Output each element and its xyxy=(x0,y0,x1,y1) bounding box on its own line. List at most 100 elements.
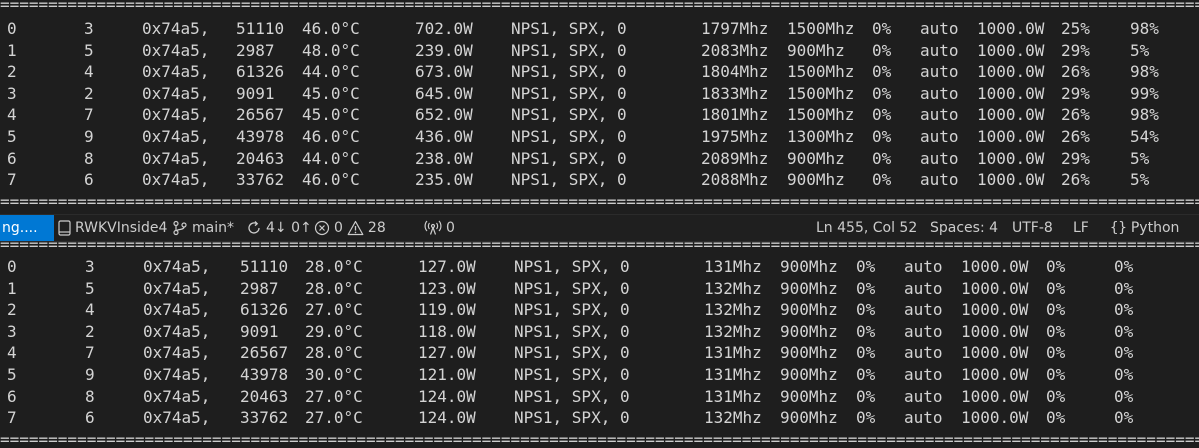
sclk-cell: 1833Mhz xyxy=(701,83,769,103)
separator-line: ========================================… xyxy=(0,435,1199,445)
guid-cell: 26567 xyxy=(236,105,285,125)
gpu-usage-cell: 5% xyxy=(1130,170,1150,190)
vram-usage-cell: 29% xyxy=(1061,148,1090,168)
warning-icon xyxy=(347,220,364,236)
temperature-cell: 45.0°C xyxy=(302,83,360,103)
partition-cell: NPS1, SPX, 0 xyxy=(514,343,630,363)
table-row: 6 8 0x74a5, 20463 44.0°C 238.0W NPS1, SPX, 0 20… xyxy=(0,148,1199,170)
device-id-cell: 0x74a5, xyxy=(142,126,210,146)
gpu-usage-cell: 0% xyxy=(1114,278,1134,298)
fan-cell: 0% xyxy=(872,148,892,168)
vram-usage-cell: 25% xyxy=(1061,19,1090,38)
vram-usage-cell: 29% xyxy=(1061,40,1090,60)
sclk-cell: 1801Mhz xyxy=(701,105,769,125)
vram-usage-cell: 0% xyxy=(1046,408,1066,428)
temperature-cell: 30.0°C xyxy=(305,364,363,384)
temperature-cell: 46.0°C xyxy=(302,126,360,146)
power-cell: 436.0W xyxy=(415,126,473,146)
language-mode: Python xyxy=(1130,220,1180,236)
gpu-index-cell: 7 xyxy=(7,170,17,190)
mclk-cell: 900Mhz xyxy=(787,40,845,60)
cursor-position-button[interactable]: Ln 455, Col 52 xyxy=(816,215,917,241)
node-id-cell: 4 xyxy=(84,62,94,82)
line-ending-button[interactable]: LF xyxy=(1073,215,1089,241)
power-cell: 123.0W xyxy=(418,278,476,298)
gpu-table-top: 0 3 0x74a5, 51110 46.0°C 702.0W NPS1, SPX, 0 17… xyxy=(0,18,1199,191)
vram-usage-cell: 0% xyxy=(1046,386,1066,406)
power-cell: 238.0W xyxy=(415,148,473,168)
line-ending: LF xyxy=(1073,220,1089,236)
mclk-cell: 900Mhz xyxy=(780,300,838,320)
temperature-cell: 27.0°C xyxy=(305,300,363,320)
error-count: 0 xyxy=(334,220,343,236)
terminal-output-bottom[interactable]: ========================================… xyxy=(0,242,1199,448)
temperature-cell: 28.0°C xyxy=(305,343,363,363)
branch-button[interactable]: main* xyxy=(172,215,234,241)
sclk-cell: 132Mhz xyxy=(704,321,762,341)
perf-cell: auto xyxy=(920,62,959,82)
device-id-cell: 0x74a5, xyxy=(142,170,210,190)
guid-cell: 33762 xyxy=(240,408,289,428)
partition-cell: NPS1, SPX, 0 xyxy=(514,300,630,320)
gpu-usage-cell: 5% xyxy=(1130,148,1150,168)
power-cell: 124.0W xyxy=(418,408,476,428)
node-id-cell: 5 xyxy=(85,278,95,298)
sclk-cell: 1975Mhz xyxy=(701,126,769,146)
terminal-output-top[interactable]: ========================================… xyxy=(0,0,1199,214)
gpu-index-cell: 1 xyxy=(7,40,17,60)
device-id-cell: 0x74a5, xyxy=(142,19,210,38)
table-row: 4 7 0x74a5, 26567 45.0°C 652.0W NPS1, SPX, 0 18… xyxy=(0,104,1199,126)
table-row: 7 6 0x74a5, 33762 27.0°C 124.0W NPS1, SPX, 0 13… xyxy=(0,407,1199,429)
node-id-cell: 3 xyxy=(85,257,95,276)
power-cap-cell: 1000.0W xyxy=(977,40,1045,60)
device-id-cell: 0x74a5, xyxy=(143,300,211,320)
gpu-index-cell: 4 xyxy=(7,105,17,125)
remote-indicator-button[interactable]: ng.... xyxy=(0,215,54,241)
ports-button[interactable]: 0 xyxy=(424,215,455,241)
mclk-cell: 900Mhz xyxy=(780,343,838,363)
encoding: UTF-8 xyxy=(1012,220,1053,236)
fan-cell: 0% xyxy=(856,386,876,406)
table-row: 5 9 0x74a5, 43978 46.0°C 436.0W NPS1, SPX, 0 19… xyxy=(0,126,1199,148)
fan-cell: 0% xyxy=(856,300,876,320)
device-id-cell: 0x74a5, xyxy=(143,278,211,298)
node-id-cell: 3 xyxy=(84,19,94,38)
vram-usage-cell: 26% xyxy=(1061,170,1090,190)
guid-cell: 43978 xyxy=(236,126,285,146)
power-cap-cell: 1000.0W xyxy=(977,19,1045,38)
partition-cell: NPS1, SPX, 0 xyxy=(511,126,627,146)
power-cap-cell: 1000.0W xyxy=(961,321,1029,341)
node-id-cell: 7 xyxy=(84,105,94,125)
gpu-usage-cell: 0% xyxy=(1114,300,1134,320)
sync-button[interactable]: 4↓ 0↑ xyxy=(246,215,312,241)
sclk-cell: 2088Mhz xyxy=(701,170,769,190)
encoding-button[interactable]: UTF-8 xyxy=(1012,215,1053,241)
power-cap-cell: 1000.0W xyxy=(977,126,1045,146)
perf-cell: auto xyxy=(920,126,959,146)
problems-button[interactable]: 0 28 xyxy=(314,215,386,241)
power-cap-cell: 1000.0W xyxy=(977,105,1045,125)
temperature-cell: 48.0°C xyxy=(302,40,360,60)
table-row: 0 3 0x74a5, 51110 46.0°C 702.0W NPS1, SPX, 0 17… xyxy=(0,18,1199,40)
perf-cell: auto xyxy=(920,83,959,103)
gpu-usage-cell: 0% xyxy=(1114,321,1134,341)
partition-cell: NPS1, SPX, 0 xyxy=(514,321,630,341)
node-id-cell: 8 xyxy=(85,386,95,406)
temperature-cell: 44.0°C xyxy=(302,62,360,82)
mclk-cell: 1500Mhz xyxy=(787,105,855,125)
language-mode-button[interactable]: {} Python xyxy=(1110,215,1179,241)
indentation-button[interactable]: Spaces: 4 xyxy=(930,215,998,241)
project-button[interactable]: RWKVInside4 xyxy=(58,215,167,241)
fan-cell: 0% xyxy=(856,278,876,298)
sclk-cell: 2089Mhz xyxy=(701,148,769,168)
temperature-cell: 46.0°C xyxy=(302,170,360,190)
gpu-usage-cell: 99% xyxy=(1130,83,1159,103)
power-cap-cell: 1000.0W xyxy=(961,364,1029,384)
power-cap-cell: 1000.0W xyxy=(977,62,1045,82)
fan-cell: 0% xyxy=(872,40,892,60)
source-control-branch-icon xyxy=(172,220,188,236)
guid-cell: 51110 xyxy=(240,257,289,276)
mclk-cell: 1500Mhz xyxy=(787,19,855,38)
perf-cell: auto xyxy=(920,170,959,190)
fan-cell: 0% xyxy=(872,62,892,82)
